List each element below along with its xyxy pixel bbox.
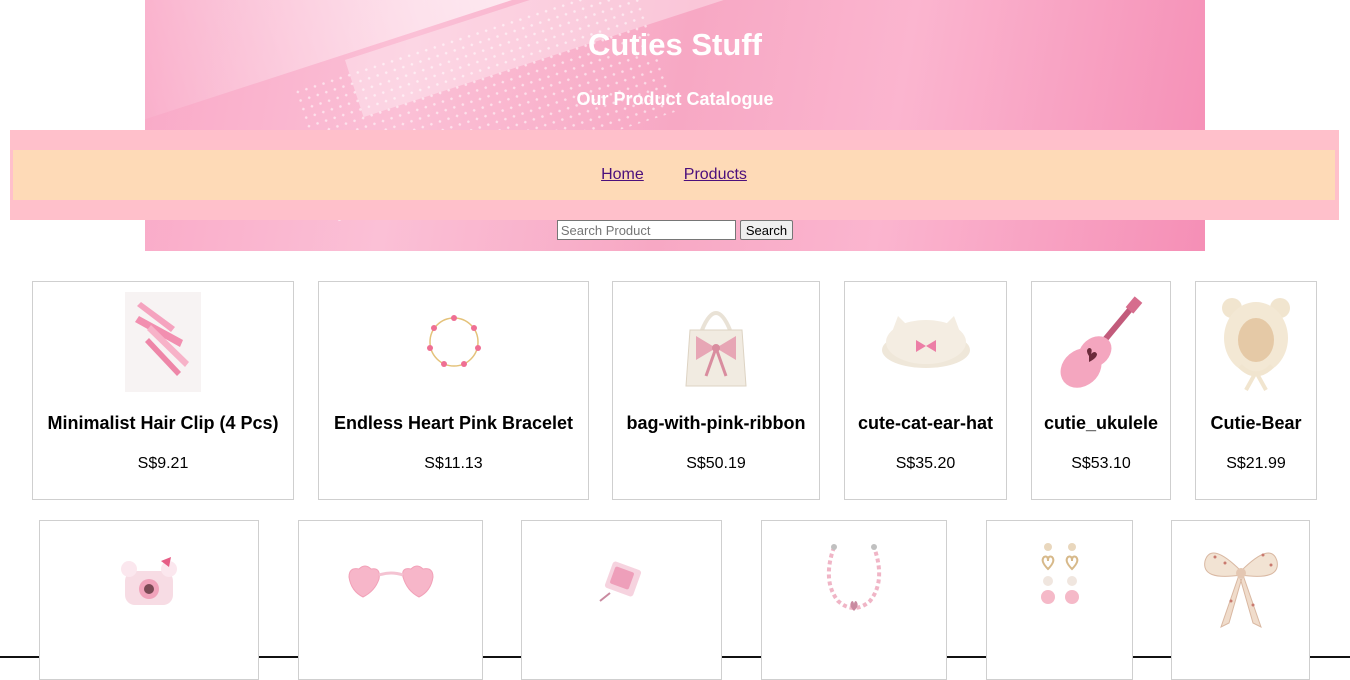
product-card[interactable]: cutie_ukulele S$53.10 (1031, 281, 1171, 500)
product-card[interactable] (39, 520, 259, 680)
nav-home-link[interactable]: Home (601, 166, 644, 184)
hair-bow-icon (1191, 531, 1291, 631)
camera-icon (99, 531, 199, 631)
product-card[interactable] (521, 520, 722, 680)
bear-hood-icon (1206, 292, 1306, 392)
hat-icon (876, 292, 976, 392)
product-card[interactable]: Endless Heart Pink Bracelet S$11.13 (318, 281, 589, 500)
ukulele-icon (1051, 292, 1151, 392)
product-price: S$53.10 (1071, 455, 1131, 472)
bracelet-icon (404, 292, 504, 392)
product-price: S$50.19 (686, 455, 746, 472)
search-button[interactable]: Search (739, 220, 794, 240)
product-name: Minimalist Hair Clip (4 Pcs) (47, 413, 279, 433)
search-input[interactable] (556, 220, 736, 240)
product-name: cute-cat-ear-hat (857, 413, 994, 433)
product-price: S$9.21 (137, 455, 189, 472)
product-card[interactable]: bag-with-pink-ribbon S$50.19 (612, 281, 820, 500)
product-price: S$35.20 (895, 455, 956, 472)
pink-pouch-icon (572, 531, 672, 631)
product-card[interactable]: Cutie-Bear S$21.99 (1195, 281, 1317, 500)
site-title: Cuties Stuff (588, 27, 762, 62)
site-subtitle: Our Product Catalogue (576, 89, 774, 109)
product-name: Endless Heart Pink Bracelet (333, 413, 574, 433)
heart-earrings-icon (1010, 531, 1110, 631)
product-name: bag-with-pink-ribbon (626, 413, 806, 433)
bag-icon (666, 292, 766, 392)
product-card[interactable] (761, 520, 947, 680)
heart-sunglasses-icon (341, 531, 441, 631)
product-price: S$11.13 (424, 455, 483, 472)
nav-bar: Home Products (10, 130, 1339, 220)
product-card[interactable] (298, 520, 483, 680)
product-card[interactable]: cute-cat-ear-hat S$35.20 (844, 281, 1007, 500)
product-name: cutie_ukulele (1043, 413, 1159, 433)
search-bar: Search (0, 220, 1350, 240)
product-card[interactable]: Minimalist Hair Clip (4 Pcs) S$9.21 (32, 281, 294, 500)
nav-products-link[interactable]: Products (684, 166, 747, 184)
product-card[interactable] (1171, 520, 1310, 680)
hair-clip-icon (113, 292, 213, 392)
product-name: Cutie-Bear (1210, 413, 1302, 433)
product-card[interactable] (986, 520, 1133, 680)
nav-menu: Home Products (13, 150, 1335, 200)
necklace-icon (804, 531, 904, 631)
product-price: S$21.99 (1226, 455, 1286, 472)
